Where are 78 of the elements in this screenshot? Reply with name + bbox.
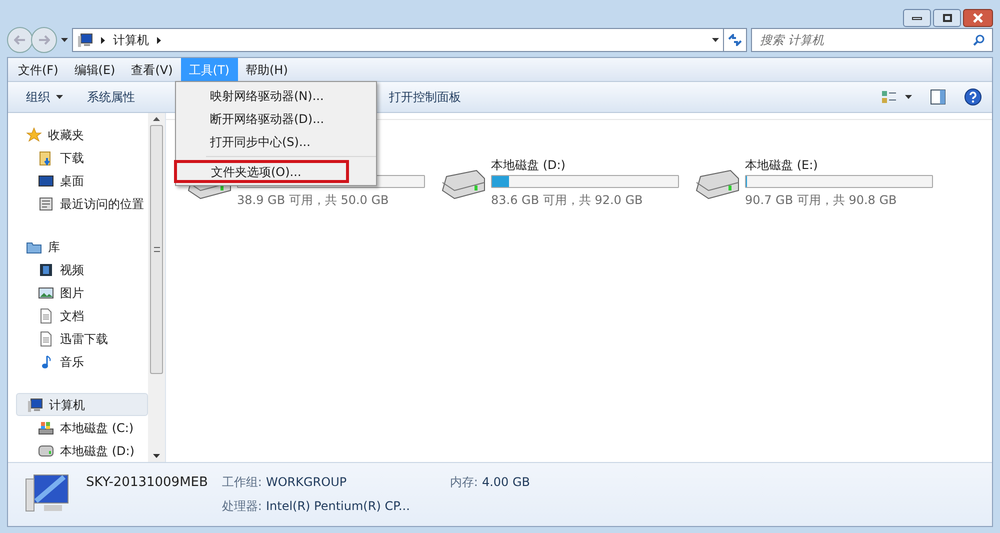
nav-group[interactable]: 收藏夹 bbox=[16, 123, 148, 146]
hard-drive-icon bbox=[442, 170, 485, 199]
forward-arrow-icon bbox=[38, 35, 50, 45]
drive-free-space: 90.7 GB 可用，共 90.8 GB bbox=[745, 192, 898, 209]
nav-item[interactable]: 迅雷下载 bbox=[16, 327, 148, 350]
toolbar-button[interactable]: 组织 bbox=[18, 88, 71, 106]
system-drive-icon bbox=[38, 420, 54, 436]
document-icon bbox=[38, 330, 54, 346]
maximize-button[interactable] bbox=[933, 9, 961, 27]
refresh-button[interactable] bbox=[723, 28, 747, 52]
caret-icon bbox=[905, 95, 912, 99]
nav-group[interactable]: 计算机 bbox=[16, 393, 148, 416]
chevron-icon bbox=[157, 36, 161, 44]
drive-free-space: 83.6 GB 可用，共 92.0 GB bbox=[491, 192, 644, 209]
picture-icon bbox=[38, 284, 54, 300]
drive-name: 本地磁盘 (D:) bbox=[491, 157, 566, 172]
menu-option[interactable]: 断开网络驱动器(D)... bbox=[176, 107, 376, 130]
scroll-up-icon bbox=[153, 117, 160, 121]
nav-item[interactable]: 桌面 bbox=[16, 169, 148, 192]
history-caret-icon bbox=[61, 38, 68, 42]
menu-option[interactable]: 映射网络驱动器(N)... bbox=[176, 84, 376, 107]
recent-places-icon bbox=[38, 196, 54, 212]
detail-field: 处理器: Intel(R) Pentium(R) CP... bbox=[222, 497, 410, 515]
computer-name: SKY-20131009MEB bbox=[86, 474, 208, 492]
drive-free-space: 38.9 GB 可用，共 50.0 GB bbox=[237, 192, 390, 209]
nav-item[interactable]: 最近访问的位置 bbox=[16, 192, 148, 215]
hard-drive-icon bbox=[696, 170, 739, 199]
toolbar-button[interactable]: 系统属性 bbox=[79, 88, 143, 106]
drive-name: 本地磁盘 (E:) bbox=[745, 157, 819, 172]
nav-item[interactable]: 下载 bbox=[16, 146, 148, 169]
help-button[interactable] bbox=[964, 88, 982, 106]
refresh-icon bbox=[728, 34, 742, 46]
minimize-button[interactable] bbox=[903, 9, 931, 27]
menu-item[interactable]: 帮助(H) bbox=[238, 58, 296, 81]
view-options-button[interactable] bbox=[881, 90, 912, 104]
address-bar[interactable]: 计算机 bbox=[72, 28, 724, 52]
search-icon bbox=[973, 34, 985, 46]
close-icon bbox=[973, 13, 983, 23]
nav-item[interactable]: 音乐 bbox=[16, 350, 148, 373]
scroll-down-icon bbox=[153, 454, 160, 458]
nav-item[interactable]: 图片 bbox=[16, 281, 148, 304]
preview-pane-button[interactable] bbox=[930, 89, 946, 105]
document-icon bbox=[38, 308, 54, 324]
menu-item[interactable]: 查看(V) bbox=[123, 58, 181, 81]
computer-icon bbox=[77, 32, 93, 48]
detail-field: 工作组: WORKGROUP bbox=[222, 473, 410, 491]
nav-item[interactable]: 本地磁盘 (D:) bbox=[16, 439, 148, 462]
close-button[interactable] bbox=[963, 9, 993, 27]
menu-item[interactable]: 文件(F) bbox=[10, 58, 66, 81]
nav-group[interactable]: 库 bbox=[16, 235, 148, 258]
drive-tile[interactable]: 本地磁盘 (D:) 83.6 GB 可用，共 92.0 GB bbox=[442, 156, 680, 209]
star-icon bbox=[26, 126, 42, 142]
view-list-icon bbox=[881, 90, 897, 104]
nav-item[interactable]: 视频 bbox=[16, 258, 148, 281]
nav-item[interactable]: 本地磁盘 (C:) bbox=[16, 416, 148, 439]
menu-option[interactable]: 文件夹选项(O)... bbox=[174, 160, 349, 183]
breadcrumb-item[interactable]: 计算机 bbox=[113, 31, 149, 49]
chevron-icon bbox=[101, 36, 105, 44]
drive-icon bbox=[38, 442, 54, 458]
film-icon bbox=[38, 262, 54, 278]
drive-tile[interactable]: 本地磁盘 (E:) 90.7 GB 可用，共 90.8 GB bbox=[696, 156, 934, 209]
nav-group-label: 收藏夹 bbox=[48, 126, 84, 144]
nav-item[interactable]: 文档 bbox=[16, 304, 148, 327]
nav-group-label: 计算机 bbox=[49, 396, 85, 414]
scrollbar[interactable] bbox=[148, 113, 165, 462]
menu-option[interactable]: 打开同步中心(S)... bbox=[176, 130, 376, 153]
back-arrow-icon bbox=[14, 35, 26, 45]
detail-field: 内存: 4.00 GB bbox=[450, 473, 530, 491]
computer-icon bbox=[27, 396, 43, 412]
caret-icon bbox=[56, 95, 63, 99]
preview-pane-icon bbox=[930, 89, 946, 105]
menu-item[interactable]: 编辑(E) bbox=[66, 58, 124, 81]
search-field[interactable]: 搜索 计算机 bbox=[751, 28, 993, 52]
desktop-icon bbox=[38, 172, 54, 188]
toolbar-button[interactable]: 打开控制面板 bbox=[381, 88, 469, 106]
address-dropdown-icon bbox=[712, 38, 719, 42]
nav-group-label: 库 bbox=[48, 238, 60, 256]
help-icon bbox=[964, 88, 982, 106]
